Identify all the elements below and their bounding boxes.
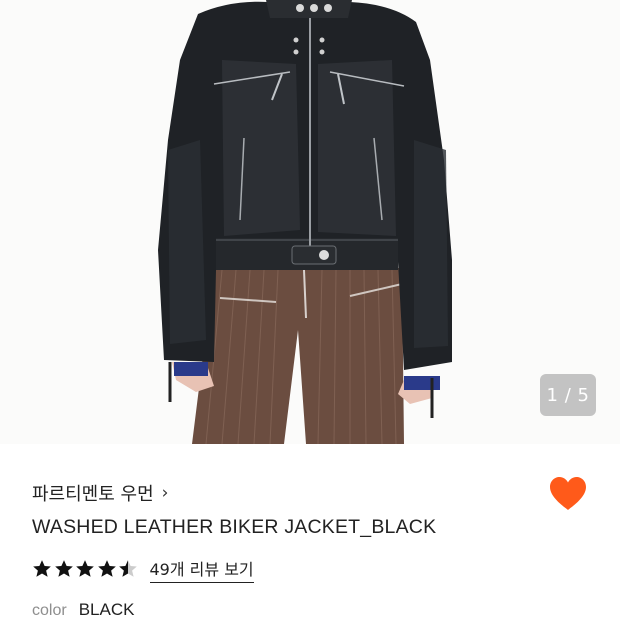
chevron-right-icon: › xyxy=(161,483,169,503)
star-icon xyxy=(54,560,73,577)
product-title: WASHED LEATHER BIKER JACKET_BLACK xyxy=(32,516,437,538)
image-counter: 1 / 5 xyxy=(540,374,596,416)
rating-row: 49개 리뷰 보기 xyxy=(32,556,254,583)
product-image[interactable]: 1 / 5 xyxy=(0,0,620,444)
star-icon xyxy=(76,560,94,577)
color-value: BLACK xyxy=(78,600,135,619)
brand-name: 파르티멘토 우먼 xyxy=(32,484,154,505)
brand-link[interactable]: 파르티멘토 우먼 › xyxy=(32,480,168,506)
star-icon xyxy=(97,560,116,577)
color-label: color xyxy=(32,602,67,619)
star-icon xyxy=(33,560,51,577)
product-info: 파르티멘토 우먼 › WASHED LEATHER BIKER JACKET_B… xyxy=(0,444,620,620)
wishlist-heart-button[interactable] xyxy=(548,476,588,512)
star-icon xyxy=(119,560,137,577)
product-photo xyxy=(0,0,620,444)
heart-icon xyxy=(550,477,586,510)
star-rating xyxy=(32,559,140,579)
review-link[interactable]: 49개 리뷰 보기 xyxy=(149,556,254,583)
color-row: color BLACK xyxy=(32,600,134,620)
